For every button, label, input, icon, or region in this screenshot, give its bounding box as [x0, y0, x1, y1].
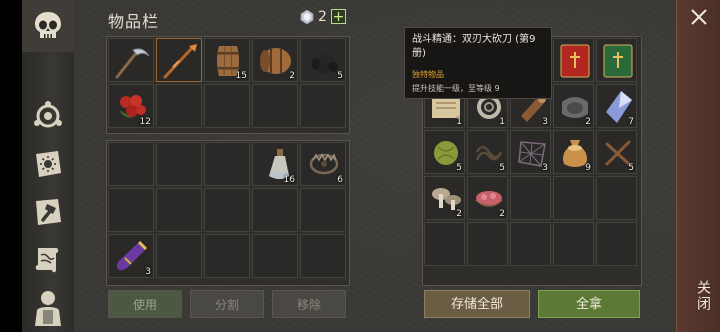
inventory-title: 物品栏 — [108, 12, 160, 31]
item-tooltip: 战斗精通：双刃大砍刀 (第9册) 独特物品 提升技能一级，至等级 9 — [404, 27, 552, 99]
slot-quantity: 5 — [499, 163, 505, 173]
side-tab-bar — [22, 0, 75, 332]
slot-empty[interactable] — [108, 188, 154, 232]
close-label: 关闭 — [695, 280, 711, 312]
slot-empty[interactable] — [596, 176, 637, 220]
slot-berries-quantity: 12 — [139, 117, 151, 127]
slot-quantity: 7 — [628, 117, 634, 127]
slot-empty[interactable] — [510, 222, 551, 266]
slot-barrel-quantity: 15 — [235, 71, 247, 81]
red-book-icon — [560, 44, 590, 78]
slot-raw-meat[interactable]: 2 — [467, 176, 508, 220]
slot-empty[interactable] — [553, 176, 594, 220]
slot-empty[interactable] — [252, 84, 298, 128]
slot-empty[interactable] — [300, 234, 346, 278]
slot-empty[interactable] — [510, 176, 551, 220]
slot-keg[interactable]: 2 — [252, 38, 298, 82]
slot-empty[interactable] — [156, 188, 202, 232]
pockets-grid: 16 6 3 — [108, 142, 346, 278]
slot-empty[interactable] — [467, 222, 508, 266]
slot-empty[interactable] — [300, 188, 346, 232]
spear-icon — [163, 44, 197, 79]
slot-keg-quantity: 2 — [289, 71, 295, 81]
tab-inventory[interactable] — [22, 0, 74, 52]
skill-book-icon — [36, 151, 61, 177]
slot-empty[interactable] — [424, 222, 465, 266]
add-slots-button[interactable]: + — [331, 9, 346, 24]
slot-coal[interactable]: 5 — [300, 38, 346, 82]
slot-quantity: 5 — [628, 163, 634, 173]
slot-empty[interactable] — [252, 188, 298, 232]
slot-sticks[interactable]: 5 — [596, 130, 637, 174]
hammer-icon — [36, 199, 61, 225]
slot-net[interactable]: 3 — [510, 130, 551, 174]
slot-metal-parts[interactable]: 2 — [553, 84, 594, 128]
slot-empty[interactable] — [553, 222, 594, 266]
backpack-grid: 15 2 5 12 — [108, 38, 346, 128]
slot-potion-quantity: 16 — [283, 175, 295, 185]
use-button[interactable]: 使用 — [108, 290, 182, 318]
slot-empty[interactable] — [156, 84, 202, 128]
remove-button[interactable]: 移除 — [272, 290, 346, 318]
slot-plant-fiber[interactable]: 5 — [424, 130, 465, 174]
slot-spear[interactable] — [156, 38, 202, 82]
slot-seed-sack[interactable]: 9 — [553, 130, 594, 174]
map-scroll-icon — [35, 248, 59, 273]
slot-rope[interactable]: 5 — [467, 130, 508, 174]
slot-quantity: 3 — [542, 117, 548, 127]
slot-trap-quantity: 6 — [337, 175, 343, 185]
slot-empty[interactable] — [300, 84, 346, 128]
slot-red-book[interactable] — [553, 38, 594, 82]
tooltip-description: 提升技能一级，至等级 9 — [412, 84, 500, 93]
slot-vial-quantity: 3 — [145, 267, 151, 277]
slot-empty[interactable] — [252, 234, 298, 278]
slot-quantity: 3 — [542, 163, 548, 173]
slot-empty[interactable] — [596, 222, 637, 266]
close-icon[interactable] — [690, 8, 708, 26]
green-book-icon — [603, 44, 633, 78]
split-button[interactable]: 分割 — [190, 290, 264, 318]
tab-crafting[interactable] — [26, 190, 70, 234]
tooltip-rarity: 独特物品 — [412, 70, 444, 79]
skull-icon — [35, 12, 61, 38]
tab-clan[interactable] — [26, 94, 70, 138]
slot-quantity: 2 — [585, 117, 591, 127]
take-all-button[interactable]: 全拿 — [538, 290, 640, 318]
store-all-button[interactable]: 存储全部 — [424, 290, 530, 318]
slot-berries[interactable]: 12 — [108, 84, 154, 128]
clan-emblem-icon — [34, 101, 62, 128]
slot-quantity: 2 — [499, 209, 505, 219]
slot-quantity: 2 — [456, 209, 462, 219]
slot-empty[interactable] — [156, 142, 202, 186]
slot-quantity: 1 — [456, 117, 462, 127]
slot-empty[interactable] — [108, 142, 154, 186]
character-icon — [35, 291, 61, 326]
close-bar[interactable]: 关闭 — [676, 0, 720, 332]
slot-empty[interactable] — [156, 234, 202, 278]
screen-edge — [0, 0, 22, 332]
gem-count: 2 — [318, 9, 327, 25]
slot-quantity: 1 — [499, 117, 505, 127]
slot-quantity: 9 — [585, 163, 591, 173]
slot-scythe[interactable] — [108, 38, 154, 82]
slot-empty[interactable] — [204, 84, 250, 128]
slot-potion[interactable]: 16 — [252, 142, 298, 186]
slot-barrel[interactable]: 15 — [204, 38, 250, 82]
slot-vial[interactable]: 3 — [108, 234, 154, 278]
tab-skills[interactable] — [26, 142, 70, 186]
slot-mushrooms[interactable]: 2 — [424, 176, 465, 220]
gem-icon — [300, 10, 314, 24]
scythe-icon — [115, 48, 150, 79]
slot-coal-quantity: 5 — [337, 71, 343, 81]
slot-crystal[interactable]: 7 — [596, 84, 637, 128]
slot-empty[interactable] — [204, 188, 250, 232]
slot-trap[interactable]: 6 — [300, 142, 346, 186]
slot-quantity: 5 — [456, 163, 462, 173]
slot-green-book[interactable] — [596, 38, 637, 82]
tab-character[interactable] — [26, 286, 70, 330]
slot-empty[interactable] — [204, 234, 250, 278]
tab-map[interactable] — [26, 238, 70, 282]
tooltip-title: 战斗精通：双刃大砍刀 (第9册) — [412, 34, 536, 59]
slot-empty[interactable] — [204, 142, 250, 186]
